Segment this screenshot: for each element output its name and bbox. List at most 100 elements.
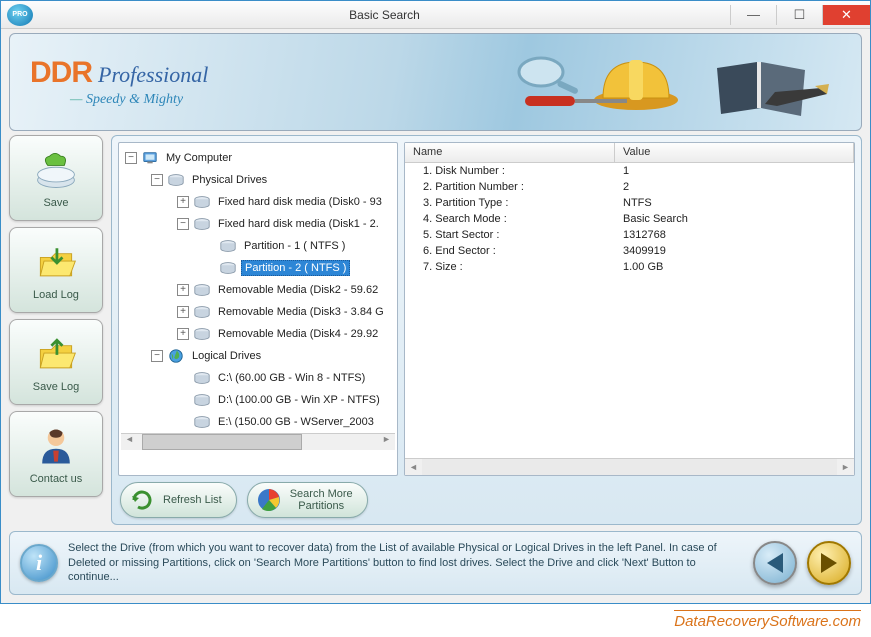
search-more-partitions-button[interactable]: Search MorePartitions bbox=[247, 482, 368, 518]
banner-illustration bbox=[491, 40, 851, 126]
close-button[interactable]: ✕ bbox=[822, 5, 870, 25]
drive-tree[interactable]: −My Computer−Physical Drives+Fixed hard … bbox=[118, 142, 398, 476]
info-icon: i bbox=[20, 544, 58, 582]
refresh-icon bbox=[129, 487, 155, 513]
detail-value: NTFS bbox=[615, 197, 854, 209]
detail-name: 5. Start Sector : bbox=[405, 229, 615, 241]
next-button[interactable] bbox=[807, 541, 851, 585]
tree-toggle-icon[interactable]: + bbox=[177, 328, 189, 340]
scroll-right-icon[interactable]: ► bbox=[837, 462, 854, 472]
scroll-left-icon[interactable]: ◄ bbox=[121, 434, 138, 450]
scroll-left-icon[interactable]: ◄ bbox=[405, 462, 422, 472]
save-label: Save bbox=[43, 197, 68, 209]
tree-physical-disk[interactable]: + Removable Media (Disk3 - 3.84 G bbox=[121, 301, 395, 323]
back-button[interactable] bbox=[753, 541, 797, 585]
disk-icon bbox=[193, 216, 211, 232]
app-window: PRO Basic Search — ☐ ✕ DDR Professional … bbox=[0, 0, 871, 604]
pen-icon bbox=[761, 80, 831, 110]
details-row[interactable]: 2. Partition Number :2 bbox=[405, 179, 854, 195]
details-row[interactable]: 6. End Sector :3409919 bbox=[405, 243, 854, 259]
tree-label: Logical Drives bbox=[189, 349, 264, 363]
col-value[interactable]: Value bbox=[615, 143, 854, 162]
detail-name: 2. Partition Number : bbox=[405, 181, 615, 193]
searchmore-label: Search MorePartitions bbox=[290, 488, 353, 512]
tree-root[interactable]: − My Computer bbox=[121, 147, 395, 169]
sidebar: Save Load Log Save Log Contact us bbox=[9, 135, 103, 525]
load-log-button[interactable]: Load Log bbox=[9, 227, 103, 313]
disk-icon bbox=[193, 194, 211, 210]
product-name: Professional bbox=[98, 62, 208, 88]
content-area: Save Load Log Save Log Contact us −My Co… bbox=[1, 135, 870, 529]
contact-label: Contact us bbox=[30, 473, 83, 485]
tree-logical-drives[interactable]: − Logical Drives bbox=[121, 345, 395, 367]
load-log-icon bbox=[33, 239, 79, 285]
tree-partition[interactable]: Partition - 2 ( NTFS ) bbox=[121, 257, 395, 279]
tree-toggle-icon[interactable]: − bbox=[151, 174, 163, 186]
details-row[interactable]: 5. Start Sector :1312768 bbox=[405, 227, 854, 243]
save-log-button[interactable]: Save Log bbox=[9, 319, 103, 405]
disk-icon bbox=[193, 414, 211, 430]
save-button[interactable]: Save bbox=[9, 135, 103, 221]
tree-logical-drive[interactable]: C:\ (60.00 GB - Win 8 - NTFS) bbox=[121, 367, 395, 389]
details-row[interactable]: 3. Partition Type :NTFS bbox=[405, 195, 854, 211]
refresh-list-button[interactable]: Refresh List bbox=[120, 482, 237, 518]
app-icon: PRO bbox=[7, 4, 33, 26]
tree-hscroll[interactable]: ◄► bbox=[121, 433, 395, 450]
tree-label: Fixed hard disk media (Disk1 - 2. bbox=[215, 217, 382, 231]
watermark: DataRecoverySoftware.com bbox=[674, 610, 861, 630]
tree-label: D:\ (100.00 GB - Win XP - NTFS) bbox=[215, 393, 383, 407]
detail-name: 1. Disk Number : bbox=[405, 165, 615, 177]
title-bar: PRO Basic Search — ☐ ✕ bbox=[1, 1, 870, 29]
tree-physical-disk[interactable]: − Fixed hard disk media (Disk1 - 2. bbox=[121, 213, 395, 235]
scroll-right-icon[interactable]: ► bbox=[378, 434, 395, 450]
col-name[interactable]: Name bbox=[405, 143, 615, 162]
tree-physical-drives[interactable]: −Physical Drives bbox=[121, 169, 395, 191]
tree-logical-drive[interactable]: D:\ (100.00 GB - Win XP - NTFS) bbox=[121, 389, 395, 411]
tree-label: Partition - 2 ( NTFS ) bbox=[241, 260, 350, 276]
back-arrow-icon bbox=[767, 553, 783, 573]
details-header[interactable]: Name Value bbox=[405, 143, 854, 163]
tree-toggle-icon[interactable]: − bbox=[177, 218, 189, 230]
tree-toggle-icon[interactable]: − bbox=[125, 152, 137, 164]
load-log-label: Load Log bbox=[33, 289, 79, 301]
contact-us-button[interactable]: Contact us bbox=[9, 411, 103, 497]
tree-partition[interactable]: Partition - 1 ( NTFS ) bbox=[121, 235, 395, 257]
scroll-track[interactable] bbox=[422, 459, 837, 475]
tree-label: E:\ (150.00 GB - WServer_2003 bbox=[215, 415, 377, 429]
tree-label: Removable Media (Disk3 - 3.84 G bbox=[215, 305, 387, 319]
tree-toggle-icon[interactable]: + bbox=[177, 306, 189, 318]
details-row[interactable]: 7. Size :1.00 GB bbox=[405, 259, 854, 275]
disk-icon bbox=[219, 260, 237, 276]
tree-physical-disk[interactable]: + Removable Media (Disk4 - 29.92 bbox=[121, 323, 395, 345]
details-row[interactable]: 4. Search Mode :Basic Search bbox=[405, 211, 854, 227]
details-hscroll[interactable]: ◄ ► bbox=[405, 458, 854, 475]
computer-icon bbox=[141, 150, 159, 166]
footer-message: Select the Drive (from which you want to… bbox=[68, 541, 743, 586]
maximize-button[interactable]: ☐ bbox=[776, 5, 822, 25]
tree-physical-disk[interactable]: +Removable Media (Disk2 - 59.62 bbox=[121, 279, 395, 301]
detail-name: 4. Search Mode : bbox=[405, 213, 615, 225]
disk-icon bbox=[193, 370, 211, 386]
save-log-icon bbox=[33, 331, 79, 377]
save-log-label: Save Log bbox=[33, 381, 79, 393]
tree-label: Removable Media (Disk4 - 29.92 bbox=[215, 327, 381, 341]
tree-logical-drive[interactable]: E:\ (150.00 GB - WServer_2003 bbox=[121, 411, 395, 433]
detail-value: 2 bbox=[615, 181, 854, 193]
scroll-thumb[interactable] bbox=[142, 434, 302, 450]
tree-toggle-icon[interactable]: + bbox=[177, 196, 189, 208]
minimize-button[interactable]: — bbox=[730, 5, 776, 25]
disk-icon bbox=[193, 282, 211, 298]
tree-toggle-icon[interactable]: − bbox=[151, 350, 163, 362]
detail-name: 7. Size : bbox=[405, 261, 615, 273]
footer-panel: i Select the Drive (from which you want … bbox=[9, 531, 862, 595]
details-row[interactable]: 1. Disk Number :1 bbox=[405, 163, 854, 179]
tree-physical-disk[interactable]: +Fixed hard disk media (Disk0 - 93 bbox=[121, 191, 395, 213]
details-list: Name Value 1. Disk Number :12. Partition… bbox=[404, 142, 855, 476]
tree-toggle-icon[interactable]: + bbox=[177, 284, 189, 296]
detail-value: 1 bbox=[615, 165, 854, 177]
disk-icon bbox=[193, 326, 211, 342]
detail-value: 1.00 GB bbox=[615, 261, 854, 273]
tree-label: My Computer bbox=[163, 151, 235, 165]
detail-name: 3. Partition Type : bbox=[405, 197, 615, 209]
detail-value: 3409919 bbox=[615, 245, 854, 257]
